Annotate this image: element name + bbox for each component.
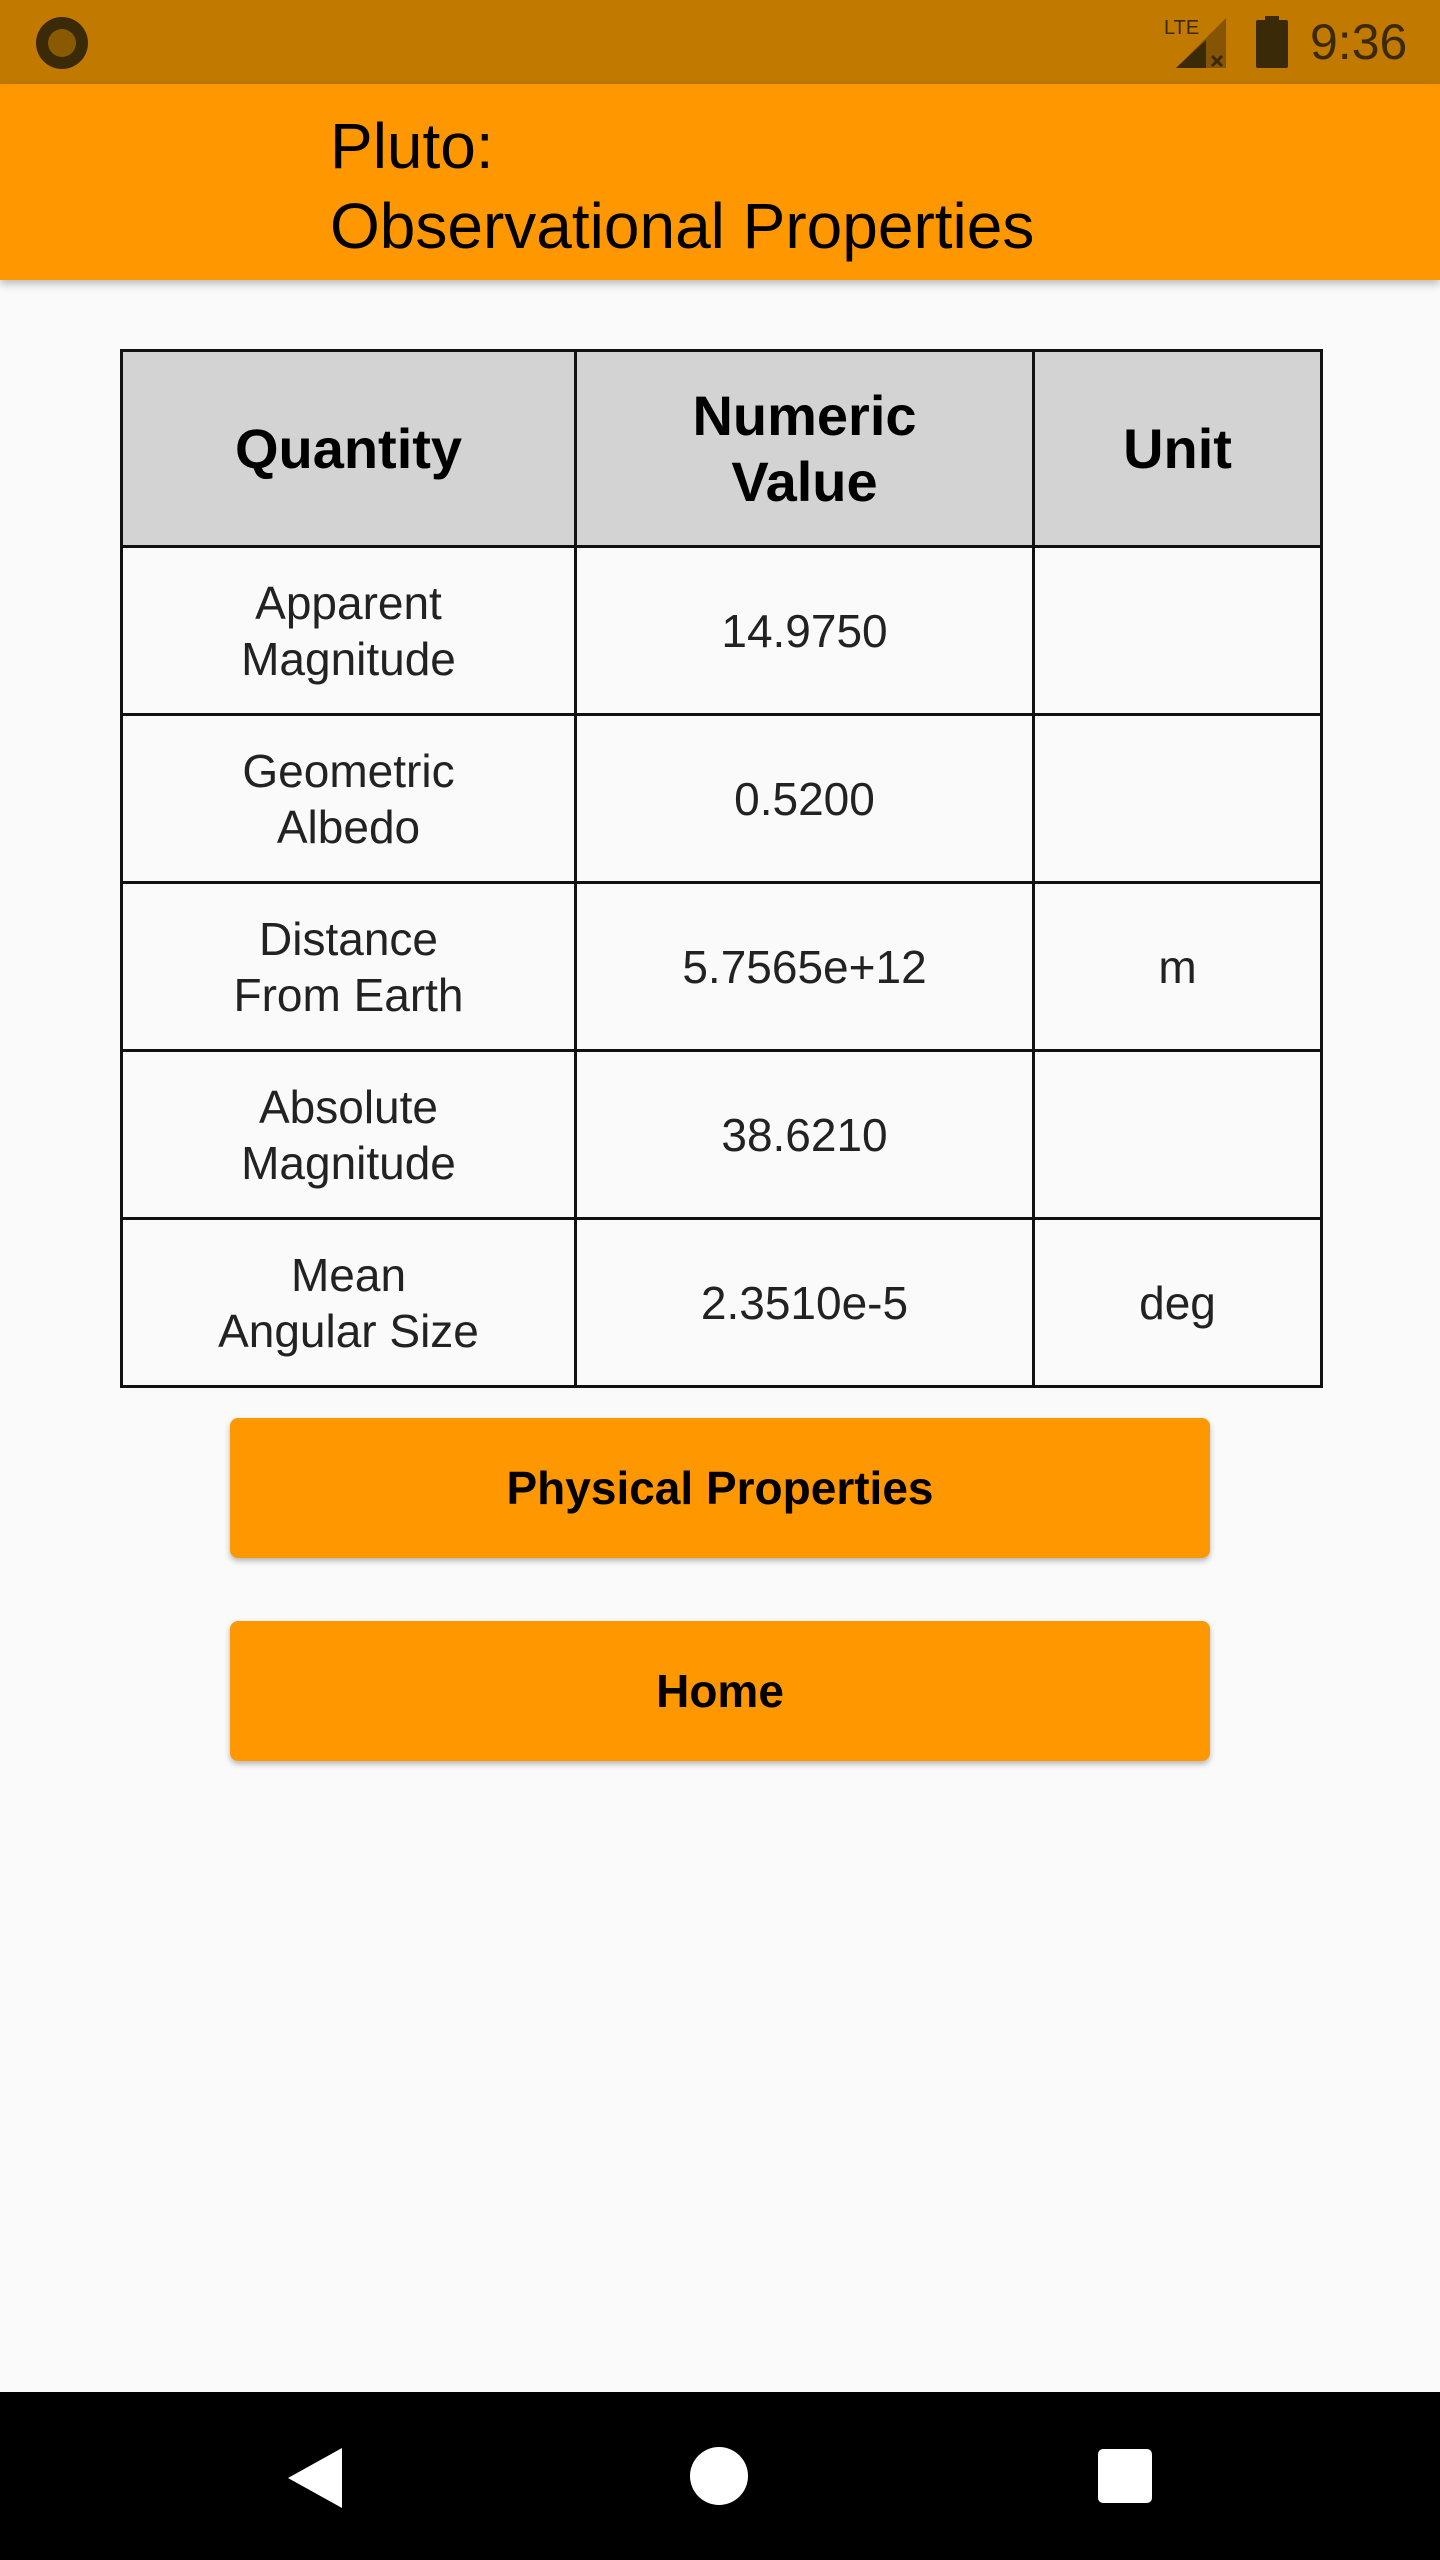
cell-unit — [1032, 713, 1323, 884]
status-time: 9:36 — [1310, 14, 1408, 70]
header-numeric-value: Numeric Value — [574, 349, 1035, 548]
header-quantity: Quantity — [120, 349, 577, 548]
home-button[interactable]: Home — [230, 1621, 1210, 1761]
cell-unit: m — [1032, 881, 1323, 1052]
home-circle-icon[interactable] — [690, 2447, 748, 2505]
observational-properties-table: Quantity Numeric Value Unit Apparent Mag… — [120, 349, 1323, 1388]
lte-signal-icon: LTE — [1164, 17, 1226, 68]
cell-quantity: Mean Angular Size — [120, 1217, 577, 1388]
table-row: Distance From Earth 5.7565e+12 m — [120, 881, 1323, 1052]
table-row: Absolute Magnitude 38.6210 — [120, 1049, 1323, 1220]
page-title: Pluto: Observational Properties — [330, 110, 1035, 262]
cell-quantity: Distance From Earth — [120, 881, 577, 1052]
cell-value: 2.3510e-5 — [574, 1217, 1035, 1388]
cell-value: 14.9750 — [574, 545, 1035, 716]
physical-properties-button[interactable]: Physical Properties — [230, 1418, 1210, 1558]
app-notification-icon — [36, 17, 88, 69]
status-bar: LTE 9:36 — [0, 0, 1440, 84]
cell-quantity: Absolute Magnitude — [120, 1049, 577, 1220]
system-navigation-bar — [0, 2392, 1440, 2560]
cell-value: 38.6210 — [574, 1049, 1035, 1220]
header-unit: Unit — [1032, 349, 1323, 548]
app-bar: Pluto: Observational Properties — [0, 84, 1440, 280]
cell-value: 0.5200 — [574, 713, 1035, 884]
cell-quantity: Geometric Albedo — [120, 713, 577, 884]
table-header-row: Quantity Numeric Value Unit — [120, 349, 1323, 548]
battery-icon — [1256, 16, 1288, 68]
cell-unit — [1032, 1049, 1323, 1220]
cell-unit — [1032, 545, 1323, 716]
table-row: Geometric Albedo 0.5200 — [120, 713, 1323, 884]
back-icon[interactable] — [286, 2446, 344, 2510]
network-type-label: LTE — [1164, 17, 1199, 39]
cell-unit: deg — [1032, 1217, 1323, 1388]
table-row: Mean Angular Size 2.3510e-5 deg — [120, 1217, 1323, 1388]
cell-quantity: Apparent Magnitude — [120, 545, 577, 716]
recents-square-icon[interactable] — [1098, 2449, 1152, 2503]
table-row: Apparent Magnitude 14.9750 — [120, 545, 1323, 716]
cell-value: 5.7565e+12 — [574, 881, 1035, 1052]
